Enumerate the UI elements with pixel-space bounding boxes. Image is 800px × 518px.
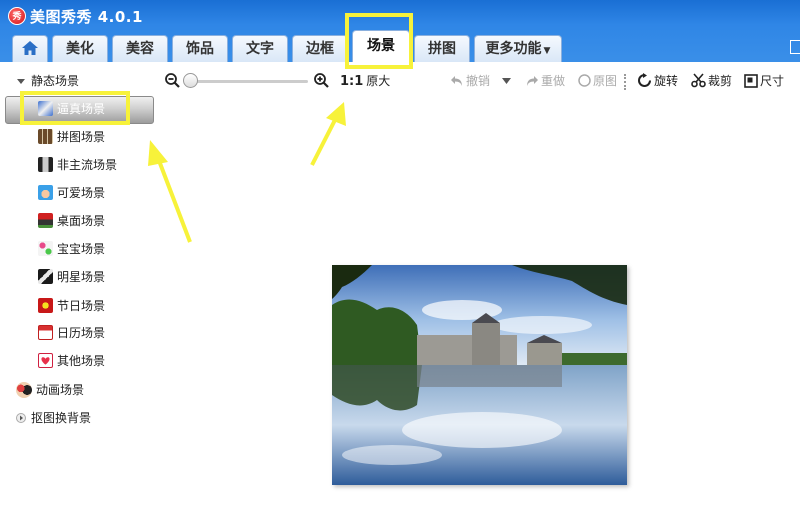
sidebar-item-holiday[interactable]: 节日场景 <box>38 296 105 316</box>
rotate-button[interactable]: 旋转 <box>637 71 678 91</box>
sidebar-item-label: 明星场景 <box>57 270 106 284</box>
sidebar-item-realistic[interactable]: 逼真场景 <box>38 99 105 119</box>
tab-text[interactable]: 文字 <box>232 35 288 62</box>
tab-collage[interactable]: 拼图 <box>414 35 470 62</box>
zoom-out-icon[interactable] <box>165 73 180 88</box>
undo-dropdown-icon[interactable] <box>502 78 511 85</box>
actual-size-prefix: 1:1 <box>340 74 364 89</box>
undo-icon <box>451 75 462 86</box>
crop-label: 裁剪 <box>708 74 733 88</box>
redo-label: 重做 <box>541 74 566 88</box>
resize-button[interactable]: 尺寸 <box>744 71 784 91</box>
toolbar-divider <box>624 74 626 90</box>
sidebar-item-alternative[interactable]: 非主流场景 <box>38 155 117 175</box>
crop-button[interactable]: 裁剪 <box>691 71 732 91</box>
rotate-icon <box>638 73 651 87</box>
sidebar-item-baby[interactable]: 宝宝场景 <box>38 239 105 259</box>
restore-window-icon[interactable] <box>790 40 800 54</box>
tab-frames[interactable]: 边框 <box>292 35 348 62</box>
sidebar-group-static[interactable]: 静态场景 <box>16 71 79 91</box>
chevron-down-icon: ▼ <box>543 46 551 56</box>
sidebar-group-label: 抠图换背景 <box>31 411 92 425</box>
cute-scene-icon <box>38 185 53 200</box>
realistic-scene-icon <box>38 101 53 116</box>
zoom-slider-track[interactable] <box>193 80 308 83</box>
image-toolbar: 1:1 原大 撤销 重做 原图 旋转 裁剪 尺寸 <box>165 62 800 100</box>
actual-size-button[interactable]: 1:1 原大 <box>340 71 390 91</box>
original-label: 原图 <box>593 74 618 88</box>
alternative-scene-icon <box>38 157 53 172</box>
animated-scene-icon <box>16 381 32 398</box>
tab-makeup[interactable]: 美容 <box>112 35 168 62</box>
sidebar-item-calendar[interactable]: 日历场景 <box>38 323 105 343</box>
sidebar-group-animated[interactable]: 动画场景 <box>16 380 84 400</box>
sidebar-item-label: 其他场景 <box>57 354 106 368</box>
undo-button[interactable]: 撤销 <box>450 71 490 91</box>
calendar-scene-icon <box>38 325 53 340</box>
redo-icon <box>527 75 538 86</box>
collage-scene-icon <box>38 129 53 144</box>
sidebar-item-celebrity[interactable]: 明星场景 <box>38 267 105 287</box>
app-logo-icon: 秀 <box>8 7 26 25</box>
scissors-icon <box>691 73 706 88</box>
original-image-button[interactable]: 原图 <box>578 71 617 91</box>
resize-icon <box>744 73 758 88</box>
title-bar: 秀 美图秀秀 4.0.1 美化 美容 饰品 文字 边框 场景 拼图 更多功能 ▼ <box>0 0 800 62</box>
tab-home[interactable] <box>12 35 48 62</box>
app-title: 美图秀秀 4.0.1 <box>30 8 143 26</box>
sidebar-item-label: 非主流场景 <box>57 158 118 172</box>
celebrity-scene-icon <box>38 269 53 284</box>
canvas-photo[interactable] <box>332 265 627 485</box>
resize-label: 尺寸 <box>760 74 785 88</box>
sidebar-item-label: 节日场景 <box>57 299 106 313</box>
sidebar-group-cutout[interactable]: 抠图换背景 <box>16 408 91 428</box>
expand-arrow-icon <box>17 78 25 84</box>
sidebar-item-label: 可爱场景 <box>57 186 106 200</box>
app-window: 秀 美图秀秀 4.0.1 美化 美容 饰品 文字 边框 场景 拼图 更多功能 ▼ … <box>0 0 800 518</box>
collapse-arrow-icon <box>16 412 26 423</box>
undo-label: 撤销 <box>466 74 491 88</box>
tab-more-features[interactable]: 更多功能 ▼ <box>474 35 562 62</box>
home-icon <box>22 41 38 55</box>
sidebar-item-label: 桌面场景 <box>57 214 106 228</box>
arrow-to-actual-size <box>310 102 346 166</box>
tab-scenes[interactable]: 场景 <box>352 30 410 62</box>
original-icon <box>578 74 591 87</box>
sidebar-group-label: 静态场景 <box>31 74 80 88</box>
sidebar-item-label: 逼真场景 <box>57 102 106 116</box>
sidebar-item-other[interactable]: 其他场景 <box>38 351 105 371</box>
tab-more-label: 更多功能 <box>485 41 542 57</box>
tab-beautify[interactable]: 美化 <box>52 35 108 62</box>
sidebar-item-collage[interactable]: 拼图场景 <box>38 127 105 147</box>
desktop-scene-icon <box>38 213 53 228</box>
sidebar-item-label: 日历场景 <box>57 326 106 340</box>
redo-button[interactable]: 重做 <box>525 71 565 91</box>
sidebar-group-label: 动画场景 <box>36 383 85 397</box>
sidebar-item-cute[interactable]: 可爱场景 <box>38 183 105 203</box>
rotate-label: 旋转 <box>654 74 679 88</box>
heart-icon <box>38 353 53 368</box>
scene-sidebar: 静态场景 逼真场景 拼图场景 非主流场景 可爱场景 桌面场景 宝宝场景 明星场景… <box>0 62 165 518</box>
sidebar-item-label: 拼图场景 <box>57 130 106 144</box>
baby-scene-icon <box>38 241 53 256</box>
actual-size-label: 原大 <box>366 74 391 88</box>
holiday-scene-icon <box>38 298 53 313</box>
zoom-slider-thumb[interactable] <box>183 73 198 88</box>
sidebar-item-label: 宝宝场景 <box>57 242 106 256</box>
sidebar-item-desktop[interactable]: 桌面场景 <box>38 211 105 231</box>
tab-accessories[interactable]: 饰品 <box>172 35 228 62</box>
zoom-in-icon[interactable] <box>314 73 329 88</box>
